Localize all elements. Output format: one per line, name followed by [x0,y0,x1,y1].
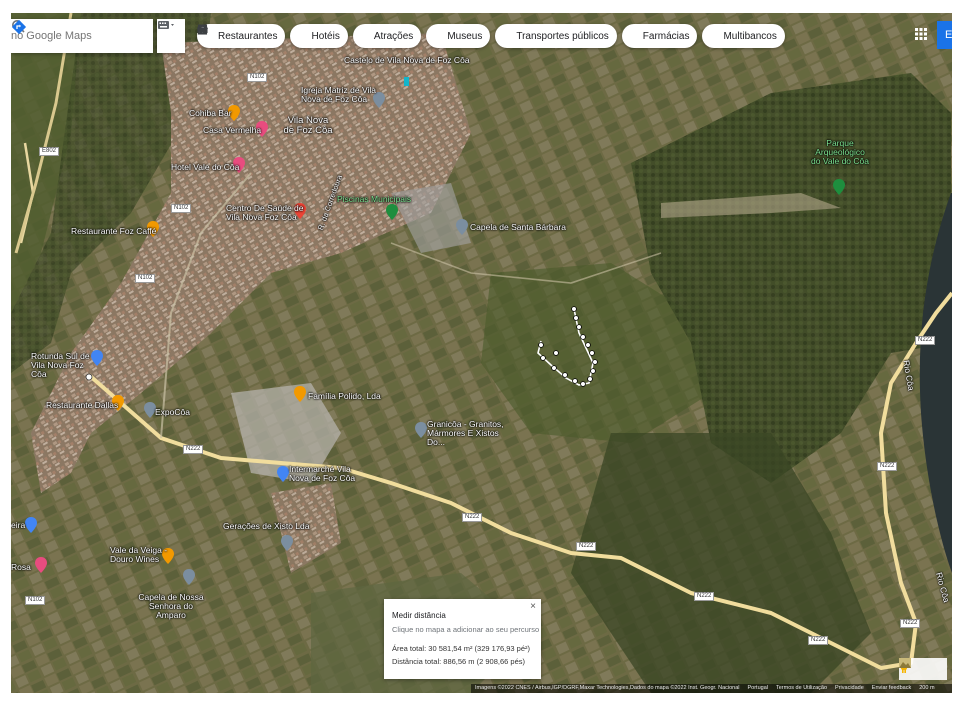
map-footer: Imagens ©2022 CNES / Airbus,IGP/DGRF,Max… [471,684,952,693]
museum-icon [197,24,444,42]
label-capela-senhora[interactable]: Capela de Nossa Senhora do Amparo [136,593,206,620]
label-capela-santa[interactable]: Capela de Santa Bárbara [470,223,566,232]
label-geracoes[interactable]: Gerações de Xisto Lda [223,522,309,531]
label-rosa[interactable]: Rosa [11,563,31,572]
keyboard-layers-button[interactable] [157,19,185,53]
chip-label: Museus [447,30,483,42]
terms-link[interactable]: Termos de Utilização [776,684,827,693]
label-vila-nova: Vila Nova de Foz Côa [283,115,333,136]
feedback-link[interactable]: Enviar feedback [872,684,911,693]
imagery-credit: Imagens ©2022 CNES / Airbus,IGP/DGRF,Max… [475,685,740,691]
road-label-n222: N222 [877,462,898,471]
road-label-n222: N222 [915,336,936,345]
road-label-n222: N222 [576,542,597,551]
road-label-n222: N222 [183,445,204,454]
close-icon[interactable]: × [530,601,536,612]
category-chips: Restaurantes Hotéis Atrações Museus Tran… [197,24,785,48]
apps-grid-icon[interactable] [914,27,932,45]
road-label-n102: N102 [135,274,156,283]
chip-multibancos[interactable]: Multibancos [197,24,785,48]
label-familia[interactable]: Família Polido, Lda [308,392,381,401]
label-eira[interactable]: eira [11,521,25,530]
road-label-n102: N102 [171,204,192,213]
atm-icon [197,24,720,42]
measure-area: Área total: 30 581,54 m² (329 176,93 pé²… [392,644,531,653]
chip-transportes[interactable]: Transportes públicos [198,24,617,48]
label-intermarche[interactable]: Intermarché Vila Nova de Foz Côa [289,465,359,483]
label-hotel[interactable]: Hotel Vale do Côa [171,163,239,172]
label-igreja[interactable]: Igreja Matriz de Vila Nova de Foz Côa [301,86,391,104]
chip-label: Atrações [373,30,414,42]
hotel-icon [197,27,308,42]
label-granicoa[interactable]: Granicôa - Granitos, Mármores E Xistos D… [427,420,517,447]
chip-farmacias[interactable]: Farmácias [197,24,698,48]
measure-hint: Clique no mapa a adicionar ao seu percur… [392,625,540,634]
measure-distance-panel: × Medir distância Clique no mapa a adici… [384,599,541,679]
label-castelo[interactable]: Castelo de Vila Nova de Foz Côa [344,56,470,65]
chip-label: Transportes públicos [516,30,609,42]
street-view-controls[interactable] [899,658,947,680]
label-restaurante-foz[interactable]: Restaurante Foz Caffé [71,227,156,236]
transit-icon [198,24,513,42]
road-label-n222: N222 [808,636,829,645]
chip-label: Multibancos [723,30,777,42]
scale-label[interactable]: 200 m [919,684,934,693]
road-label-n222: N222 [694,592,715,601]
chip-museus[interactable]: Museus [197,24,491,48]
road-label-n222: N222 [462,513,483,522]
label-vale-veiga[interactable]: Vale da Veiga - Douro Wines [110,546,168,564]
measure-distance: Distância total: 886,56 m (2 908,66 pés) [392,657,525,666]
label-piscinas[interactable]: Piscinas Municipais [337,195,411,204]
chip-restaurantes[interactable]: Restaurantes [197,24,286,48]
country-link[interactable]: Portugal [748,684,769,693]
sign-in-button[interactable]: En [937,21,952,49]
road-label-n102: N102 [25,596,46,605]
search-input[interactable] [11,29,155,43]
pharmacy-icon [197,24,640,42]
road-label-n222: N222 [900,619,921,628]
chip-label: Restaurantes [218,30,278,42]
chip-atracoes[interactable]: Atrações [198,24,422,48]
label-cohiba[interactable]: Cohiba Bar [189,109,232,118]
label-expocoa[interactable]: ExpoCôa [155,408,190,417]
label-casa-vermelha[interactable]: Casa Vermelha [203,126,261,135]
measure-title: Medir distância [392,611,446,620]
road-label-e802: E802 [39,147,60,156]
label-parque[interactable]: Parque Arqueológico do Vale do Côa [811,139,869,166]
privacy-link[interactable]: Privacidade [835,684,864,693]
chip-label: Hotéis [311,30,340,42]
attraction-icon [198,25,371,42]
chip-label: Farmácias [642,30,690,42]
label-dallas[interactable]: Restaurante Dallas [46,401,118,410]
road-label-n102: N102 [247,73,268,82]
label-rotunda[interactable]: Rotunda Sul de Vila Nova Foz Côa [31,352,101,379]
search-box[interactable] [11,19,155,53]
map-imagery [11,13,952,693]
label-centro-saude[interactable]: Centro De Saúde de Vila Nova Foz Côa [226,204,306,222]
satellite-map[interactable]: Castelo de Vila Nova de Foz Côa Igreja M… [11,13,952,693]
chip-hoteis[interactable]: Hotéis [197,24,348,48]
